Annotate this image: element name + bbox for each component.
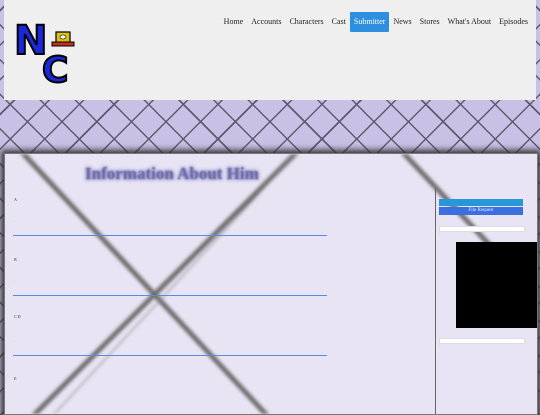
section-label-1: A [14, 197, 17, 202]
nav-item-what-s-about[interactable]: What's About [444, 12, 495, 32]
section-sub-3: · [14, 339, 16, 344]
nav-item-episodes[interactable]: Episodes [495, 12, 532, 32]
nav-item-characters[interactable]: Characters [285, 12, 327, 32]
section-sub-1: · [14, 219, 16, 224]
section-divider-3 [13, 355, 327, 356]
sidebar-top-bar [439, 199, 523, 206]
sidebar-input-1[interactable] [439, 226, 525, 232]
nav-item-home[interactable]: Home [220, 12, 248, 32]
sidebar-note-1: · [439, 232, 440, 236]
svg-text:C: C [42, 50, 68, 86]
nav-item-accounts[interactable]: Accounts [247, 12, 285, 32]
video-player[interactable] [456, 242, 537, 328]
page-title: Information About Him [85, 164, 259, 183]
nav-item-cast[interactable]: Cast [328, 12, 350, 32]
logo-icon[interactable]: N C [12, 14, 84, 86]
sidebar-note-2: · [439, 344, 440, 348]
site-header: N C Home Accounts Characters Cast Submitter N… [4, 0, 536, 100]
nav-item-stores[interactable]: Stores [416, 12, 444, 32]
nav-item-news[interactable]: News [389, 12, 415, 32]
section-label-4: E [14, 376, 17, 381]
nav-item-submitter[interactable]: Submitter [349, 12, 390, 32]
section-divider-1 [13, 235, 327, 236]
sidebar-input-2[interactable] [439, 338, 525, 344]
main-content-panel: Information About Him A · B · C D · E Fi… [4, 153, 538, 415]
sidebar-divider [435, 188, 436, 414]
file-request-button[interactable]: File Request [439, 207, 523, 215]
section-sub-2: · [14, 279, 16, 284]
sidebar-note-3: · [439, 354, 440, 358]
section-label-2: B [14, 257, 17, 262]
top-nav: Home Accounts Characters Cast Submitter News S… [220, 12, 532, 32]
section-divider-2 [13, 295, 327, 296]
section-label-3: C D [14, 314, 21, 319]
